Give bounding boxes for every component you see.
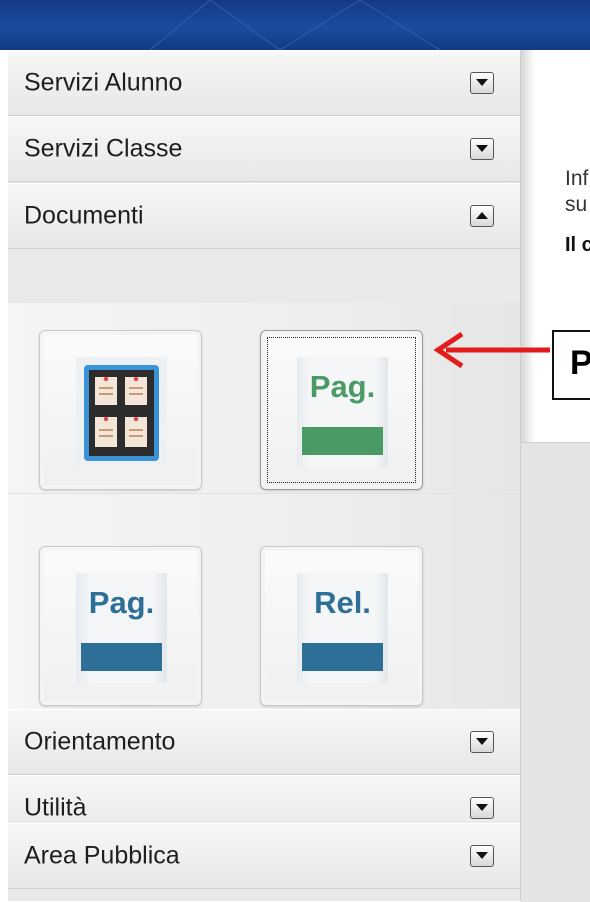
chevron-down-icon[interactable]: [470, 138, 494, 160]
section-label: Servizi Alunno: [24, 68, 183, 97]
sidebar-menu: Servizi Alunno Servizi Classe Documenti: [8, 50, 521, 901]
section-orientamento[interactable]: Orientamento: [8, 709, 520, 775]
page-tag: Pag.: [309, 369, 376, 404]
report-icon: Rel.: [297, 573, 388, 683]
section-label: Orientamento: [24, 727, 176, 756]
callout-box: P: [552, 330, 590, 400]
section-documenti[interactable]: Documenti: [8, 183, 520, 249]
chevron-down-icon[interactable]: [470, 72, 494, 94]
section-label: Area Pubblica: [24, 841, 180, 870]
red-arrow-annotation: [433, 331, 550, 369]
report-tag: Rel.: [314, 585, 371, 620]
page-tag: Pag.: [88, 585, 155, 620]
pagella-green-button[interactable]: Pag.: [260, 330, 423, 490]
page-accent-bar: [81, 643, 162, 671]
section-servizi-alunno[interactable]: Servizi Alunno: [8, 50, 520, 116]
section-label: Utilità: [24, 793, 87, 822]
chevron-down-icon[interactable]: [470, 797, 494, 819]
panel-divider: [8, 493, 520, 494]
section-label: Documenti: [24, 201, 144, 230]
pagella-blue-button[interactable]: Pag.: [39, 546, 202, 706]
info-text-line-1: Inf: [565, 167, 589, 190]
section-servizi-classe[interactable]: Servizi Classe: [8, 116, 520, 182]
header-decoration: [149, 0, 441, 50]
page-icon: Pag.: [297, 357, 388, 467]
section-label: Servizi Classe: [24, 134, 183, 163]
chevron-up-icon[interactable]: [470, 205, 494, 227]
bulletin-board-icon: [76, 357, 167, 467]
page-accent-bar: [302, 427, 383, 455]
chevron-down-icon[interactable]: [470, 731, 494, 753]
section-area-pubblica[interactable]: Area Pubblica: [8, 823, 520, 889]
relazione-button[interactable]: Rel.: [260, 546, 423, 706]
bacheca-button[interactable]: [39, 330, 202, 490]
page-icon: Pag.: [76, 573, 167, 683]
page-left-margin: [0, 50, 8, 901]
top-header-bar: [0, 0, 590, 50]
info-bold-line: Il c: [565, 234, 590, 256]
content-lower-area: [521, 442, 590, 902]
report-accent-bar: [302, 643, 383, 671]
chevron-down-icon[interactable]: [470, 845, 494, 867]
info-text-line-2: su: [565, 193, 588, 216]
callout-text: P: [570, 344, 590, 382]
